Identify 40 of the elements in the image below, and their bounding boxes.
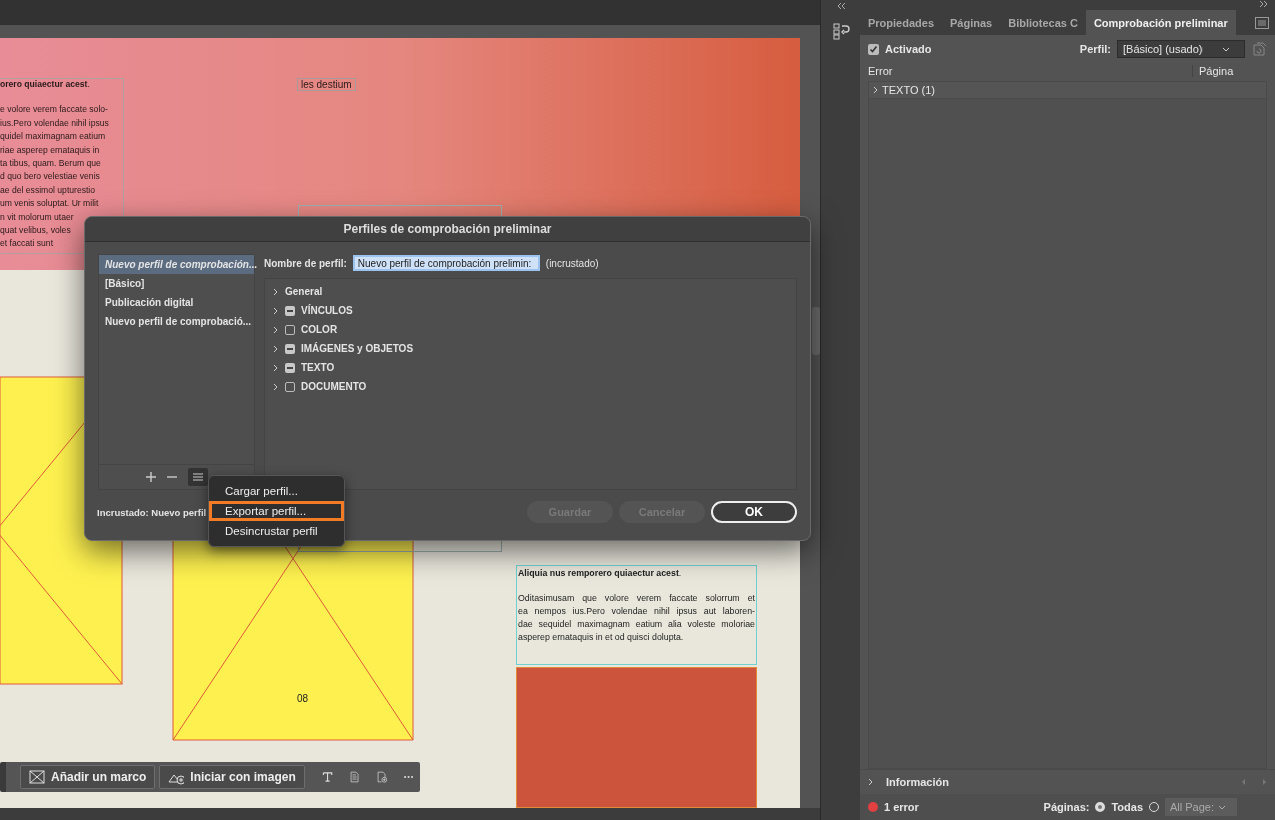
- text-heading: orero quiaectur acest.: [0, 78, 91, 91]
- body-text: Oditasimusam que volore verem faccate solorrum et ea nempos ius.Pero volendae nihil ipsus aut laboren- dae sequidel maximagnam eatium alia voleste moloriae asperep ernataquis in et od quisci dolupta.: [518, 592, 755, 644]
- column-header: Página: [1192, 65, 1263, 77]
- dialog-title: Perfiles de comprobación preliminar: [343, 222, 552, 236]
- body-text: e volore verem faccate solo- ius.Pero volendae nihil ipsus quidel maximagnam eatium riae asperep ernataquis in ta tibus, quam. Berum que d quo bero velestiae venis ae del essimol upturestio um venis soluptat. Ur milit n vit molorum utaer quat velibus, voles et faccati sunt: [0, 103, 109, 251]
- checkbox-label: Activado: [885, 43, 932, 55]
- profile-name-field[interactable]: Nuevo perfil de comprobación prelimin:: [352, 255, 540, 271]
- status-text: 1 error: [884, 801, 919, 813]
- toolbar-button[interactable]: Añadir un marco: [20, 765, 156, 789]
- panel-tab[interactable]: Páginas: [942, 10, 1001, 35]
- profile-list-item[interactable]: [Básico]: [99, 274, 254, 293]
- menu-item[interactable]: Desincrustar perfil: [209, 521, 344, 541]
- category-label[interactable]: IMÁGENES y OBJETOS: [301, 343, 414, 354]
- panel-tab[interactable]: Propiedades: [860, 10, 943, 35]
- embedded-label: Incrustado: Nuevo perfil: [97, 506, 207, 518]
- category-label[interactable]: General: [285, 286, 323, 297]
- field-note: (incrustado): [545, 257, 599, 269]
- toolbar-button[interactable]: Iniciar con imagen: [159, 765, 305, 789]
- profile-dropdown[interactable]: [Básico] (usado): [1117, 40, 1245, 58]
- field-label: Nombre de perfil:: [264, 257, 347, 269]
- panel-tab[interactable]: Comprobación preliminar: [1085, 10, 1236, 35]
- menu-item[interactable]: Cargar perfil...: [209, 481, 344, 501]
- category-label[interactable]: VÍNCULOS: [301, 305, 353, 316]
- category-label[interactable]: COLOR: [301, 324, 338, 335]
- radio-label: Todas: [1111, 801, 1143, 813]
- profile-list-item[interactable]: Publicación digital: [99, 293, 254, 312]
- dialog-button[interactable]: OK: [711, 501, 797, 523]
- category-label[interactable]: DOCUMENTO: [301, 381, 367, 392]
- category-label[interactable]: TEXTO: [301, 362, 335, 373]
- field-label: Páginas:: [1043, 801, 1090, 813]
- menu-item[interactable]: Exportar perfil...: [209, 501, 344, 521]
- caption-text: les destium: [297, 78, 356, 91]
- text-heading: Aliquia nus remporero quiaectur acest.: [518, 567, 683, 580]
- column-header: Error: [868, 65, 894, 77]
- profile-list-item[interactable]: Nuevo perfil de comprobació...: [99, 312, 254, 331]
- page-number: 08: [297, 693, 309, 704]
- panel-tab[interactable]: Bibliotecas C: [1000, 10, 1086, 35]
- section-title[interactable]: Información: [886, 776, 949, 788]
- error-row[interactable]: TEXTO (1): [869, 82, 1266, 99]
- field-label: Perfil:: [1079, 43, 1111, 55]
